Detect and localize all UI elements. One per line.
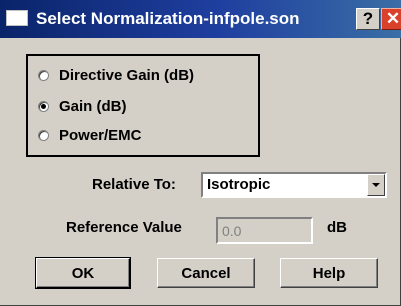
help-icon[interactable]: ? [356, 8, 380, 30]
select-normalization-dialog: Select Normalization-infpole.son ? ✕ Dir… [0, 0, 401, 306]
normalization-options-group: Directive Gain (dB) Gain (dB) Power/EMC [26, 54, 260, 157]
ok-button[interactable]: OK [35, 257, 131, 289]
reference-value-label: Reference Value [66, 219, 182, 236]
close-icon[interactable]: ✕ [381, 8, 401, 30]
relative-to-value: Isotropic [207, 176, 271, 193]
radio-button-icon[interactable] [38, 129, 49, 141]
chevron-down-icon [372, 183, 380, 187]
reference-unit-label: dB [327, 219, 347, 236]
radio-label: Power/EMC [59, 126, 142, 144]
radio-directive-gain[interactable]: Directive Gain (dB) [38, 62, 194, 88]
relative-to-label: Relative To: [92, 176, 176, 193]
radio-power-emc[interactable]: Power/EMC [38, 122, 142, 148]
radio-button-icon[interactable] [38, 100, 49, 112]
title-bar[interactable]: Select Normalization-infpole.son ? ✕ [0, 0, 401, 38]
radio-label: Directive Gain (dB) [59, 66, 195, 84]
cancel-button[interactable]: Cancel [157, 258, 255, 288]
radio-label: Gain (dB) [59, 97, 127, 115]
dropdown-button[interactable] [367, 174, 385, 196]
reference-value-field[interactable] [216, 217, 313, 244]
radio-button-icon[interactable] [38, 69, 49, 81]
help-button[interactable]: Help [280, 258, 378, 288]
window-title: Select Normalization-infpole.son [36, 9, 300, 28]
relative-to-select[interactable]: Isotropic [201, 172, 387, 198]
window-icon [6, 10, 28, 26]
radio-gain[interactable]: Gain (dB) [38, 93, 127, 119]
